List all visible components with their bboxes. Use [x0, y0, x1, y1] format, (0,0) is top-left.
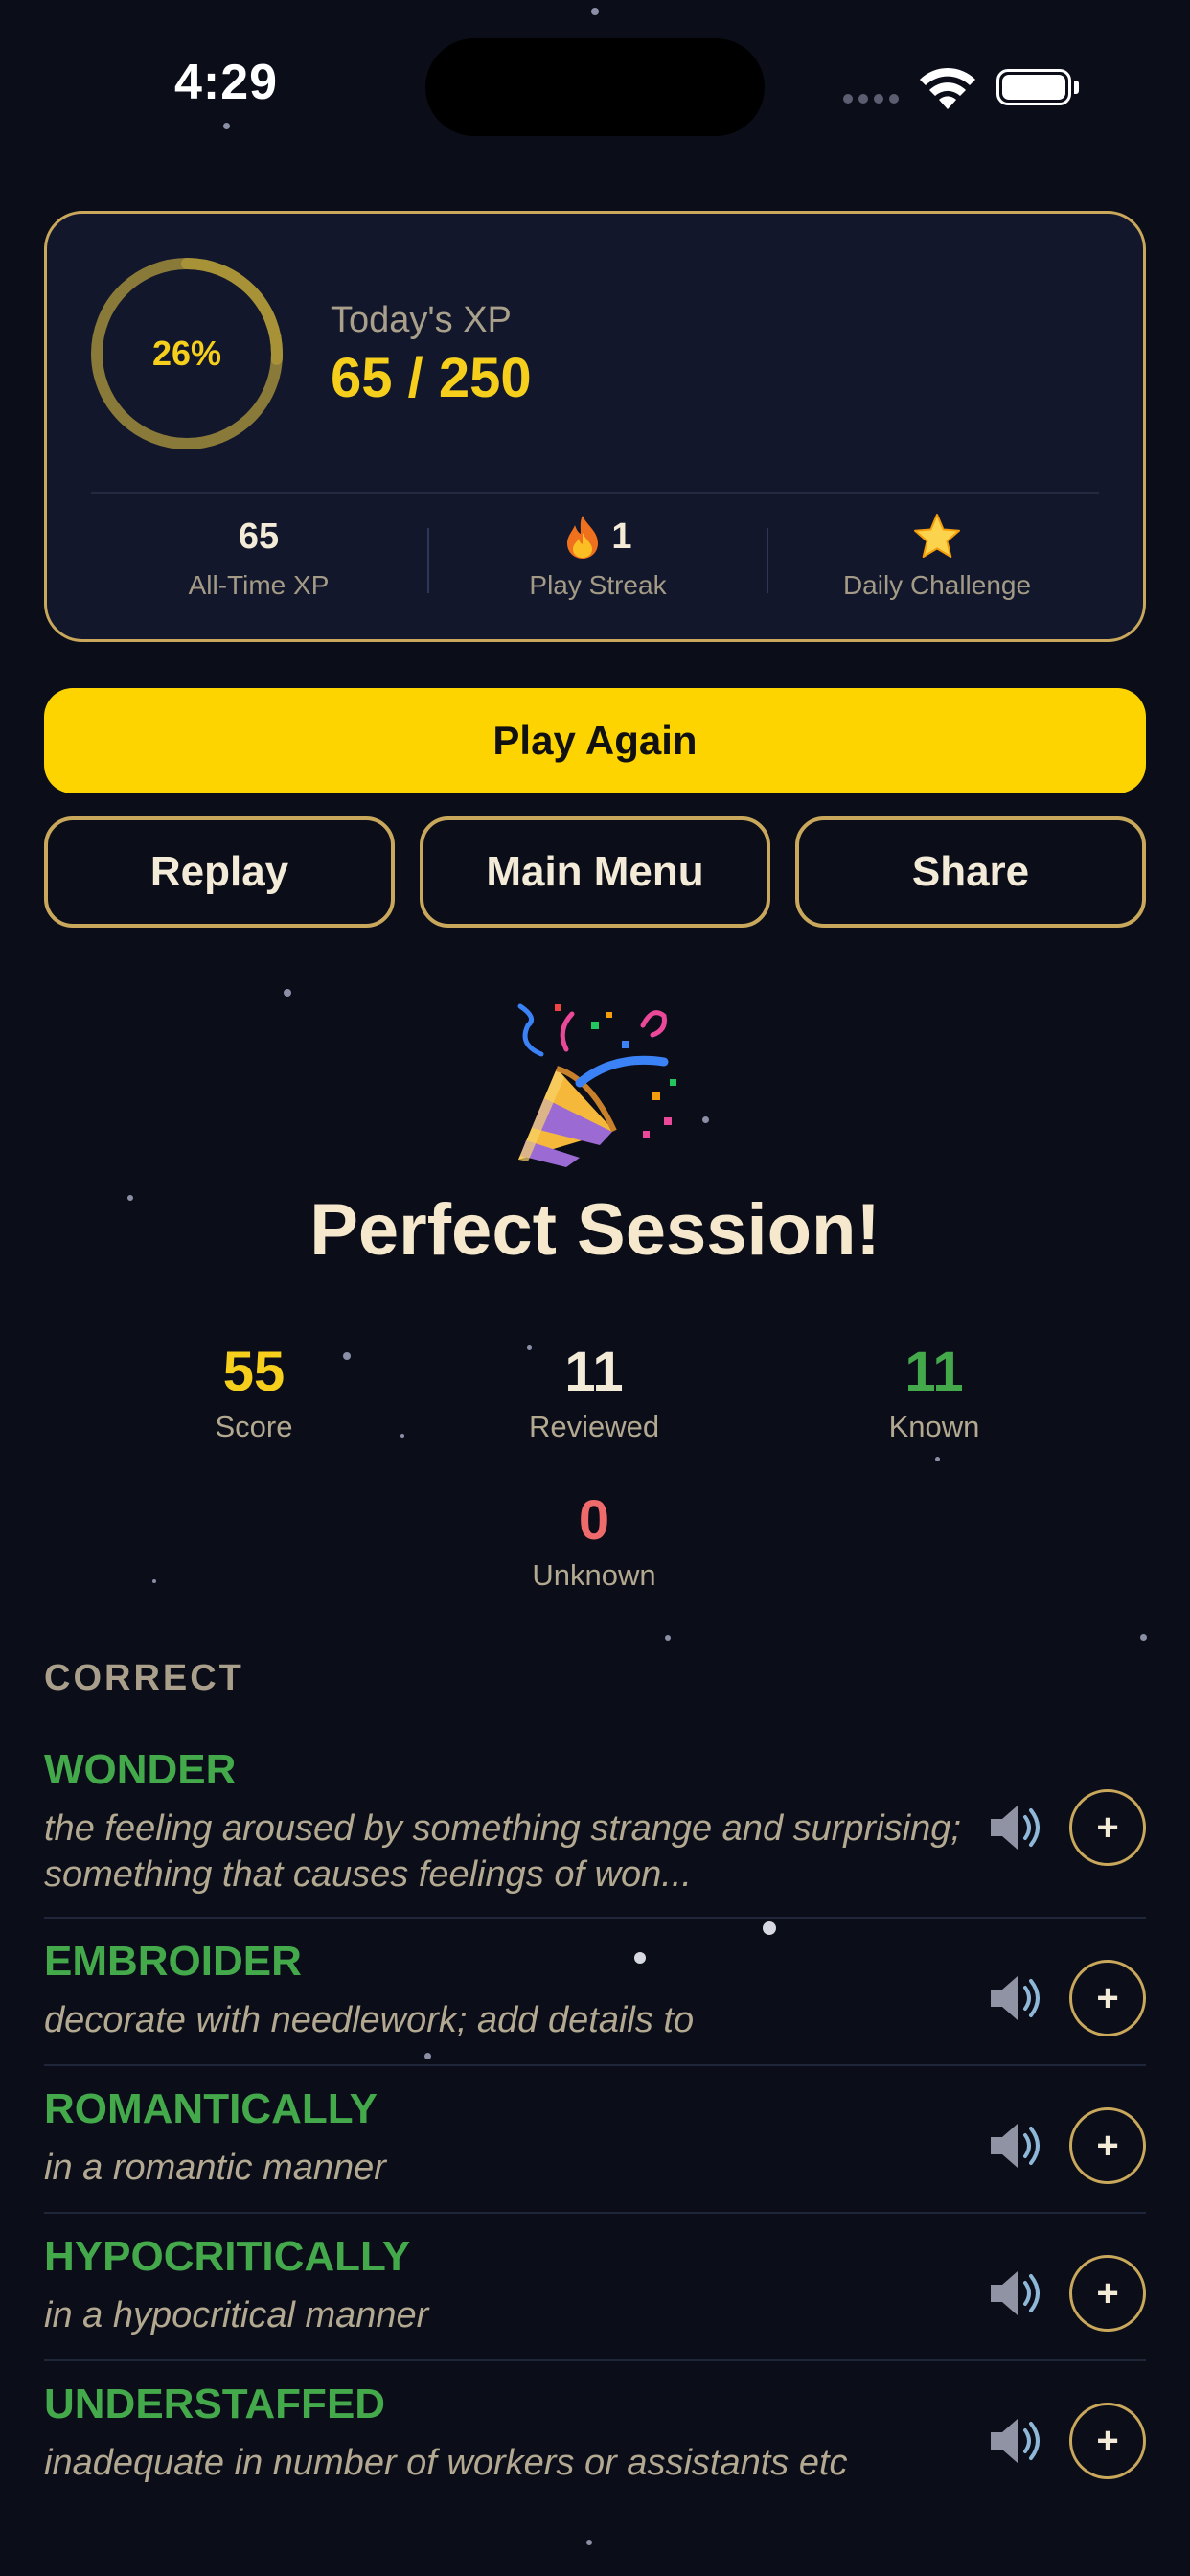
word-row: UNDERSTAFFED inadequate in number of wor… [44, 2380, 1146, 2507]
unknown-value: 0 [578, 1489, 610, 1552]
fire-icon [567, 516, 599, 559]
word-title: ROMANTICALLY [44, 2085, 378, 2132]
word-title: EMBROIDER [44, 1938, 302, 1985]
star-icon [914, 514, 960, 558]
word-definition: the feeling aroused by something strange… [44, 1808, 961, 1895]
add-word-button[interactable]: + [1069, 2255, 1146, 2332]
todays-xp-title: Today's XP [331, 300, 512, 340]
word-definition: decorate with needlework; add details to [44, 2000, 695, 2040]
word-row: HYPOCRITICALLY in a hypocritical manner … [44, 2233, 1146, 2359]
dynamic-island [425, 38, 765, 136]
card-divider [91, 492, 1099, 494]
all-time-xp-value: 65 [238, 516, 280, 557]
all-time-xp-stat: 65 All-Time XP [89, 513, 428, 601]
play-streak-stat: 1 Play Streak [428, 513, 767, 601]
cellular-signal-icon [843, 94, 899, 104]
row-divider [44, 2064, 1146, 2066]
share-button[interactable]: Share [795, 816, 1146, 928]
all-time-xp-label: All-Time XP [188, 570, 330, 600]
row-divider [44, 2359, 1146, 2361]
wifi-icon [920, 67, 975, 109]
daily-challenge-label: Daily Challenge [842, 570, 1032, 600]
xp-progress-percent: 26% [151, 334, 222, 373]
correct-section-label: CORRECT [44, 1658, 244, 1698]
score-label: Score [215, 1410, 293, 1443]
row-divider [44, 2212, 1146, 2214]
add-word-button[interactable]: + [1069, 1789, 1146, 1866]
reviewed-stat: 11 Reviewed [450, 1340, 738, 1444]
main-menu-button[interactable]: Main Menu [420, 816, 770, 928]
speaker-icon[interactable] [983, 2260, 1050, 2327]
reviewed-label: Reviewed [528, 1410, 660, 1443]
battery-icon [996, 69, 1071, 105]
unknown-stat: 0 Unknown [450, 1488, 738, 1593]
speaker-icon[interactable] [983, 2407, 1050, 2474]
daily-xp-card: 26% Today's XP 65 / 250 65 All-Time XP 1… [44, 211, 1146, 642]
word-row: EMBROIDER decorate with needlework; add … [44, 1938, 1146, 2064]
status-bar: 4:29 [0, 0, 1190, 163]
speaker-icon[interactable] [983, 1794, 1050, 1861]
todays-xp-value: 65 / 250 [331, 347, 532, 409]
speaker-icon[interactable] [983, 1965, 1050, 2032]
daily-challenge-stat[interactable]: Daily Challenge [767, 513, 1107, 601]
word-title: HYPOCRITICALLY [44, 2233, 411, 2280]
status-time: 4:29 [174, 55, 279, 110]
play-streak-value: 1 [611, 516, 632, 557]
word-definition: in a romantic manner [44, 2148, 386, 2188]
unknown-label: Unknown [532, 1558, 656, 1592]
word-row: ROMANTICALLY in a romantic manner + [44, 2085, 1146, 2212]
known-value: 11 [904, 1341, 964, 1403]
word-definition: inadequate in number of workers or assis… [44, 2443, 848, 2483]
session-title: Perfect Session! [309, 1189, 881, 1271]
play-streak-label: Play Streak [529, 570, 667, 600]
replay-button[interactable]: Replay [44, 816, 395, 928]
score-stat: 55 Score [110, 1340, 398, 1444]
play-again-button[interactable]: Play Again [44, 688, 1146, 794]
party-popper-icon [517, 1003, 676, 1167]
known-stat: 11 Known [790, 1340, 1078, 1444]
word-title: UNDERSTAFFED [44, 2380, 386, 2427]
row-divider [44, 1917, 1146, 1919]
add-word-button[interactable]: + [1069, 1960, 1146, 2036]
word-title: WONDER [44, 1746, 237, 1793]
word-definition: in a hypocritical manner [44, 2295, 429, 2335]
battery-cap [1074, 80, 1079, 94]
score-value: 55 [222, 1341, 286, 1403]
reviewed-value: 11 [564, 1341, 624, 1403]
speaker-icon[interactable] [983, 2112, 1050, 2179]
add-word-button[interactable]: + [1069, 2107, 1146, 2184]
word-row: WONDER the feeling aroused by something … [44, 1746, 1146, 1917]
known-label: Known [888, 1410, 980, 1443]
add-word-button[interactable]: + [1069, 2403, 1146, 2479]
